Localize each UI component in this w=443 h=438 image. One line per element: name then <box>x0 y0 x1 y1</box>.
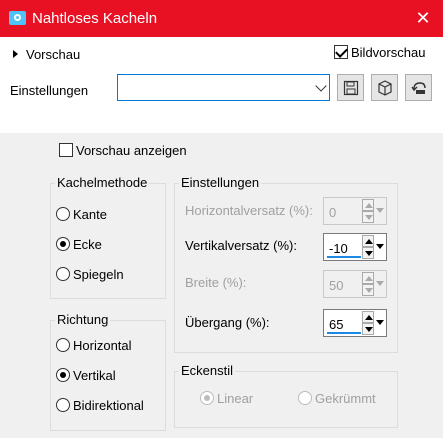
radio-bidirektional-label: Bidirektional <box>73 398 144 413</box>
horizontal-offset-value: 0 <box>329 205 337 220</box>
radio-kante-label: Kante <box>73 207 107 222</box>
spin-down-icon[interactable] <box>362 323 374 335</box>
spin-up-icon[interactable] <box>362 235 374 247</box>
radio-linear-icon[interactable] <box>200 391 214 405</box>
resource-button[interactable] <box>371 74 398 101</box>
chevron-down-icon <box>315 80 327 92</box>
radio-horizontal[interactable]: Horizontal <box>56 338 132 353</box>
chevron-down-icon[interactable] <box>375 200 385 222</box>
settings-group: Einstellungen Horizontalversatz (%): 0 V… <box>174 175 398 353</box>
transition-label: Übergang (%): <box>185 315 270 330</box>
radio-linear-label: Linear <box>217 391 254 406</box>
spin-down-icon[interactable] <box>362 247 374 259</box>
corner-style-title: Eckenstil <box>179 363 236 378</box>
value-slider-bar[interactable] <box>327 256 361 258</box>
window-title: Nahtloses Kacheln <box>32 10 158 27</box>
value-slider-bar[interactable] <box>327 332 361 334</box>
radio-kante-icon[interactable] <box>56 207 70 221</box>
radio-ecke[interactable]: Ecke <box>56 237 102 252</box>
vertical-offset-spinner[interactable]: -10 <box>323 233 387 261</box>
spin-up-icon[interactable] <box>362 199 374 211</box>
chevron-down-icon[interactable] <box>375 273 385 295</box>
horizontal-offset-label: Horizontalversatz (%): <box>185 203 313 218</box>
reset-icon <box>411 82 426 94</box>
width-spinner[interactable]: 50 <box>323 270 387 298</box>
reset-button[interactable] <box>405 74 432 101</box>
radio-spiegeln-label: Spiegeln <box>73 267 124 282</box>
save-icon <box>343 80 359 96</box>
width-value: 50 <box>329 278 344 293</box>
transition-spinner[interactable]: 65 <box>323 309 387 337</box>
bildvorschau-checkbox[interactable]: Bildvorschau <box>334 45 425 60</box>
spin-up-icon[interactable] <box>362 272 374 284</box>
radio-gekruemmt-label: Gekrümmt <box>315 391 376 406</box>
camera-icon <box>9 11 26 25</box>
transition-value[interactable]: 65 <box>329 317 343 332</box>
bildvorschau-check-icon[interactable] <box>334 45 348 59</box>
settings-title: Einstellungen <box>179 175 262 190</box>
radio-spiegeln[interactable]: Spiegeln <box>56 267 124 282</box>
show-preview-check-icon[interactable] <box>59 143 73 157</box>
radio-gekruemmt[interactable]: Gekrümmt <box>298 391 376 406</box>
spin-down-icon[interactable] <box>362 284 374 296</box>
radio-bidirektional[interactable]: Bidirektional <box>56 398 144 413</box>
vertical-offset-value[interactable]: -10 <box>329 241 348 256</box>
radio-kante[interactable]: Kante <box>56 207 107 222</box>
cube-icon <box>378 80 392 96</box>
radio-linear[interactable]: Linear <box>200 391 253 406</box>
preview-toggle[interactable]: Vorschau <box>13 47 80 62</box>
direction-group: Richtung Horizontal Vertikal Bidirektion… <box>50 312 166 431</box>
spin-down-icon[interactable] <box>362 211 374 223</box>
corner-style-group: Eckenstil Linear Gekrümmt <box>174 363 398 428</box>
radio-vertikal[interactable]: Vertikal <box>56 368 116 383</box>
radio-bidirektional-icon[interactable] <box>56 398 70 412</box>
radio-horizontal-icon[interactable] <box>56 338 70 352</box>
chevron-down-icon[interactable] <box>375 236 385 258</box>
expand-arrow-icon <box>13 50 18 58</box>
show-preview-checkbox[interactable]: Vorschau anzeigen <box>59 143 187 158</box>
radio-ecke-label: Ecke <box>73 237 102 252</box>
bildvorschau-label: Bildvorschau <box>351 45 426 60</box>
radio-ecke-icon[interactable] <box>56 237 70 251</box>
radio-spiegeln-icon[interactable] <box>56 267 70 281</box>
direction-title: Richtung <box>55 312 111 327</box>
radio-vertikal-label: Vertikal <box>73 368 116 383</box>
radio-gekruemmt-icon[interactable] <box>298 391 312 405</box>
radio-horizontal-label: Horizontal <box>73 338 132 353</box>
show-preview-label: Vorschau anzeigen <box>76 143 187 158</box>
close-icon[interactable]: ✕ <box>403 0 443 37</box>
preview-label: Vorschau <box>26 47 81 62</box>
tile-method-title: Kachelmethode <box>55 175 150 190</box>
radio-vertikal-icon[interactable] <box>56 368 70 382</box>
title-bar: Nahtloses Kacheln ✕ <box>0 0 443 37</box>
settings-label: Einstellungen <box>10 83 89 98</box>
top-bar: Vorschau Bildvorschau Einstellungen <box>0 37 443 133</box>
width-label: Breite (%): <box>185 275 247 290</box>
preset-dropdown[interactable] <box>117 74 330 101</box>
tile-method-group: Kachelmethode Kante Ecke Spiegeln <box>50 175 166 299</box>
horizontal-offset-spinner[interactable]: 0 <box>323 197 387 225</box>
chevron-down-icon[interactable] <box>375 312 385 334</box>
spin-up-icon[interactable] <box>362 311 374 323</box>
save-preset-button[interactable] <box>337 74 364 101</box>
vertical-offset-label: Vertikalversatz (%): <box>185 238 297 253</box>
